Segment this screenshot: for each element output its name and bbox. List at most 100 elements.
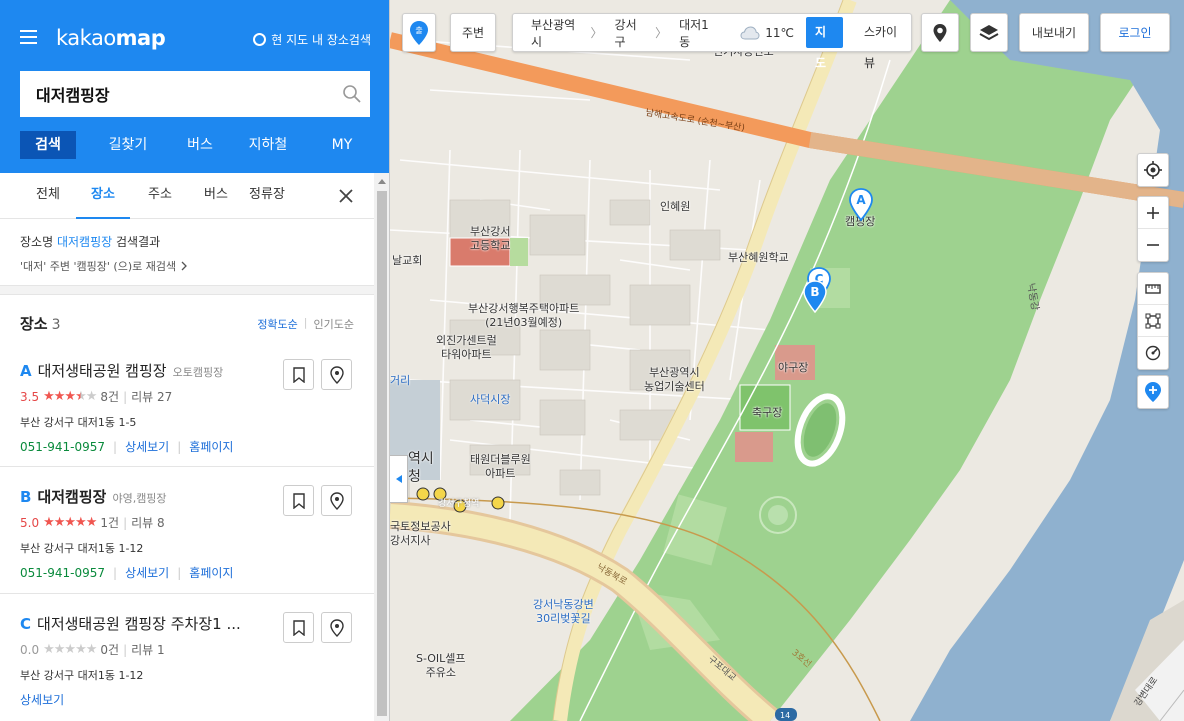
- list-item[interactable]: C 대저생태공원 캠핑장 주차장1 ... 0.0 ★★★★★ 0건 | 리뷰 …: [0, 595, 374, 721]
- bookmark-button[interactable]: [283, 612, 314, 643]
- list-item[interactable]: B 대저캠핑장 야영,캠핑장 5.0 ★★★★★ 1건 | 리뷰 8 부산 강서…: [0, 468, 374, 594]
- weather: 11℃: [740, 26, 794, 40]
- summary-keyword: 대저캠핑장: [56, 235, 113, 249]
- zoom-out-button[interactable]: [1138, 229, 1168, 261]
- result-filter-tabs: 전체 장소 주소 버스 정류장: [0, 173, 374, 219]
- panel-scrollbar[interactable]: [374, 173, 389, 721]
- place-marker-letter: B: [20, 488, 32, 506]
- subtab-bus[interactable]: 버스: [194, 173, 238, 219]
- review-count[interactable]: 리뷰 1: [131, 641, 165, 658]
- places-header: 장소 3 정확도순 | 인기도순: [20, 313, 354, 334]
- start-point-button[interactable]: 출: [402, 13, 436, 52]
- area-measure-button[interactable]: [1138, 305, 1168, 337]
- subtab-place[interactable]: 장소: [76, 173, 130, 219]
- tab-search[interactable]: 검색: [20, 131, 76, 159]
- add-place-control: [1137, 375, 1169, 409]
- map-marker-a[interactable]: A: [849, 188, 873, 222]
- subtab-all[interactable]: 전체: [26, 173, 70, 219]
- map-label-church: 날교회: [392, 254, 423, 267]
- maptype-skyview-button[interactable]: 스카이뷰: [855, 17, 911, 70]
- zoom-control: [1137, 196, 1169, 262]
- sort-accuracy[interactable]: 정확도순: [257, 316, 297, 332]
- around-button[interactable]: 주변: [450, 13, 496, 52]
- bookmark-button[interactable]: [283, 359, 314, 390]
- radius-measure-button[interactable]: [1138, 337, 1168, 369]
- export-button[interactable]: 내보내기: [1019, 13, 1089, 52]
- detail-link[interactable]: 상세보기: [20, 691, 64, 708]
- layers-icon: [979, 24, 999, 40]
- result-summary: 장소명 대저캠핑장 검색결과 '대저' 주변 '캠핑장' (으)로 재검색: [20, 233, 370, 274]
- layers-button[interactable]: [970, 13, 1008, 52]
- map-canvas[interactable]: 전기자동건소 남해고속도로 (순천~부산) 인혜원 캠핑장 부산강서 고등학교 …: [390, 0, 1184, 721]
- detail-link[interactable]: 상세보기: [125, 564, 169, 581]
- current-map-search-toggle[interactable]: 현 지도 내 장소검색: [253, 31, 371, 48]
- current-location-button[interactable]: [1138, 154, 1168, 186]
- section-divider: [0, 285, 374, 295]
- address-district[interactable]: 강서구: [615, 16, 644, 50]
- bookmark-icon: [292, 492, 305, 509]
- address-dong[interactable]: 대저1동: [679, 16, 714, 50]
- kakaomap-logo[interactable]: kakaomap: [56, 26, 166, 50]
- homepage-link[interactable]: 홈페이지: [189, 438, 233, 455]
- tab-directions[interactable]: 길찾기: [102, 131, 154, 159]
- plus-icon: [1147, 206, 1159, 219]
- address-city[interactable]: 부산광역시: [531, 16, 579, 50]
- scroll-thumb[interactable]: [377, 191, 387, 716]
- map-label-soccer: 축구장: [752, 406, 783, 419]
- detail-link[interactable]: 상세보기: [125, 438, 169, 455]
- summary-prefix: 장소명: [20, 235, 54, 249]
- bookmark-icon: [292, 366, 305, 383]
- add-place-button[interactable]: [1138, 376, 1168, 408]
- review-count[interactable]: 리뷰 27: [131, 388, 172, 405]
- search-icon[interactable]: [334, 72, 370, 116]
- place-marker-letter: A: [20, 362, 32, 380]
- distance-ruler-button[interactable]: [1138, 273, 1168, 305]
- collapse-panel-button[interactable]: [390, 455, 408, 503]
- svg-text:B: B: [810, 285, 819, 299]
- rating-count: 0건: [100, 643, 120, 657]
- location-pin-icon: 출: [410, 20, 428, 45]
- place-address: 부산 강서구 대저1동 1-12: [20, 542, 144, 555]
- close-icon[interactable]: [338, 188, 354, 204]
- sort-popularity[interactable]: 인기도순: [314, 316, 354, 332]
- scroll-up-icon[interactable]: [378, 179, 386, 184]
- kakao-map-app: kakaomap 현 지도 내 장소검색 검색 길찾기 버스 지하철 MY 전체: [0, 0, 1184, 721]
- radio-icon: [253, 33, 267, 46]
- place-name[interactable]: 대저생태공원 캠핑장 주차장1 ...: [37, 613, 241, 634]
- tab-bus[interactable]: 버스: [174, 131, 226, 159]
- subtab-address[interactable]: 주소: [138, 173, 182, 219]
- tab-subway[interactable]: 지하철: [242, 131, 294, 159]
- place-address: 부산 강서구 대저1동 1-12: [20, 669, 144, 682]
- place-name[interactable]: 대저생태공원 캠핑장: [38, 360, 167, 381]
- search-input[interactable]: [20, 72, 334, 116]
- marker-b-icon: B: [803, 280, 827, 314]
- menu-icon[interactable]: [20, 30, 37, 44]
- summary-suffix: 검색결과: [115, 235, 161, 249]
- compass-icon: [1145, 345, 1161, 361]
- subtab-stop[interactable]: 정류장: [242, 173, 292, 219]
- roadview-button[interactable]: [921, 13, 959, 52]
- map-marker-b[interactable]: B: [803, 280, 827, 314]
- rating-score: 5.0: [20, 515, 40, 530]
- location-pin-icon: [329, 365, 344, 384]
- address-bar: 부산광역시 〉 강서구 〉 대저1동 11℃ 지도 스카이뷰: [512, 13, 912, 70]
- list-item[interactable]: A 대저생태공원 캠핑장 오토캠핑장 3.5 ★★★★★ 8건 | 리뷰 27 …: [0, 350, 374, 467]
- login-button[interactable]: 로그인: [1100, 13, 1170, 52]
- research-link[interactable]: '대저' 주변 '캠핑장' (으)로 재검색: [20, 258, 370, 274]
- place-name[interactable]: 대저캠핑장: [37, 486, 106, 507]
- rating-count: 1건: [100, 516, 120, 530]
- map-label-soil: S-OIL셀프 주유소: [416, 652, 466, 679]
- homepage-link[interactable]: 홈페이지: [189, 564, 233, 581]
- map-label-market: 사덕시장: [470, 393, 511, 406]
- bookmark-button[interactable]: [283, 485, 314, 516]
- location-pin-icon: [329, 491, 344, 510]
- zoom-in-button[interactable]: [1138, 197, 1168, 229]
- sort-options: 정확도순 | 인기도순: [257, 315, 354, 332]
- location-button[interactable]: [321, 359, 352, 390]
- tab-my[interactable]: MY: [322, 131, 362, 159]
- location-button[interactable]: [321, 485, 352, 516]
- review-count[interactable]: 리뷰 8: [131, 514, 165, 531]
- location-button[interactable]: [321, 612, 352, 643]
- map-label-agri: 부산광역시 농업기술센터: [644, 366, 705, 393]
- maptype-map-button[interactable]: 지도: [805, 17, 843, 70]
